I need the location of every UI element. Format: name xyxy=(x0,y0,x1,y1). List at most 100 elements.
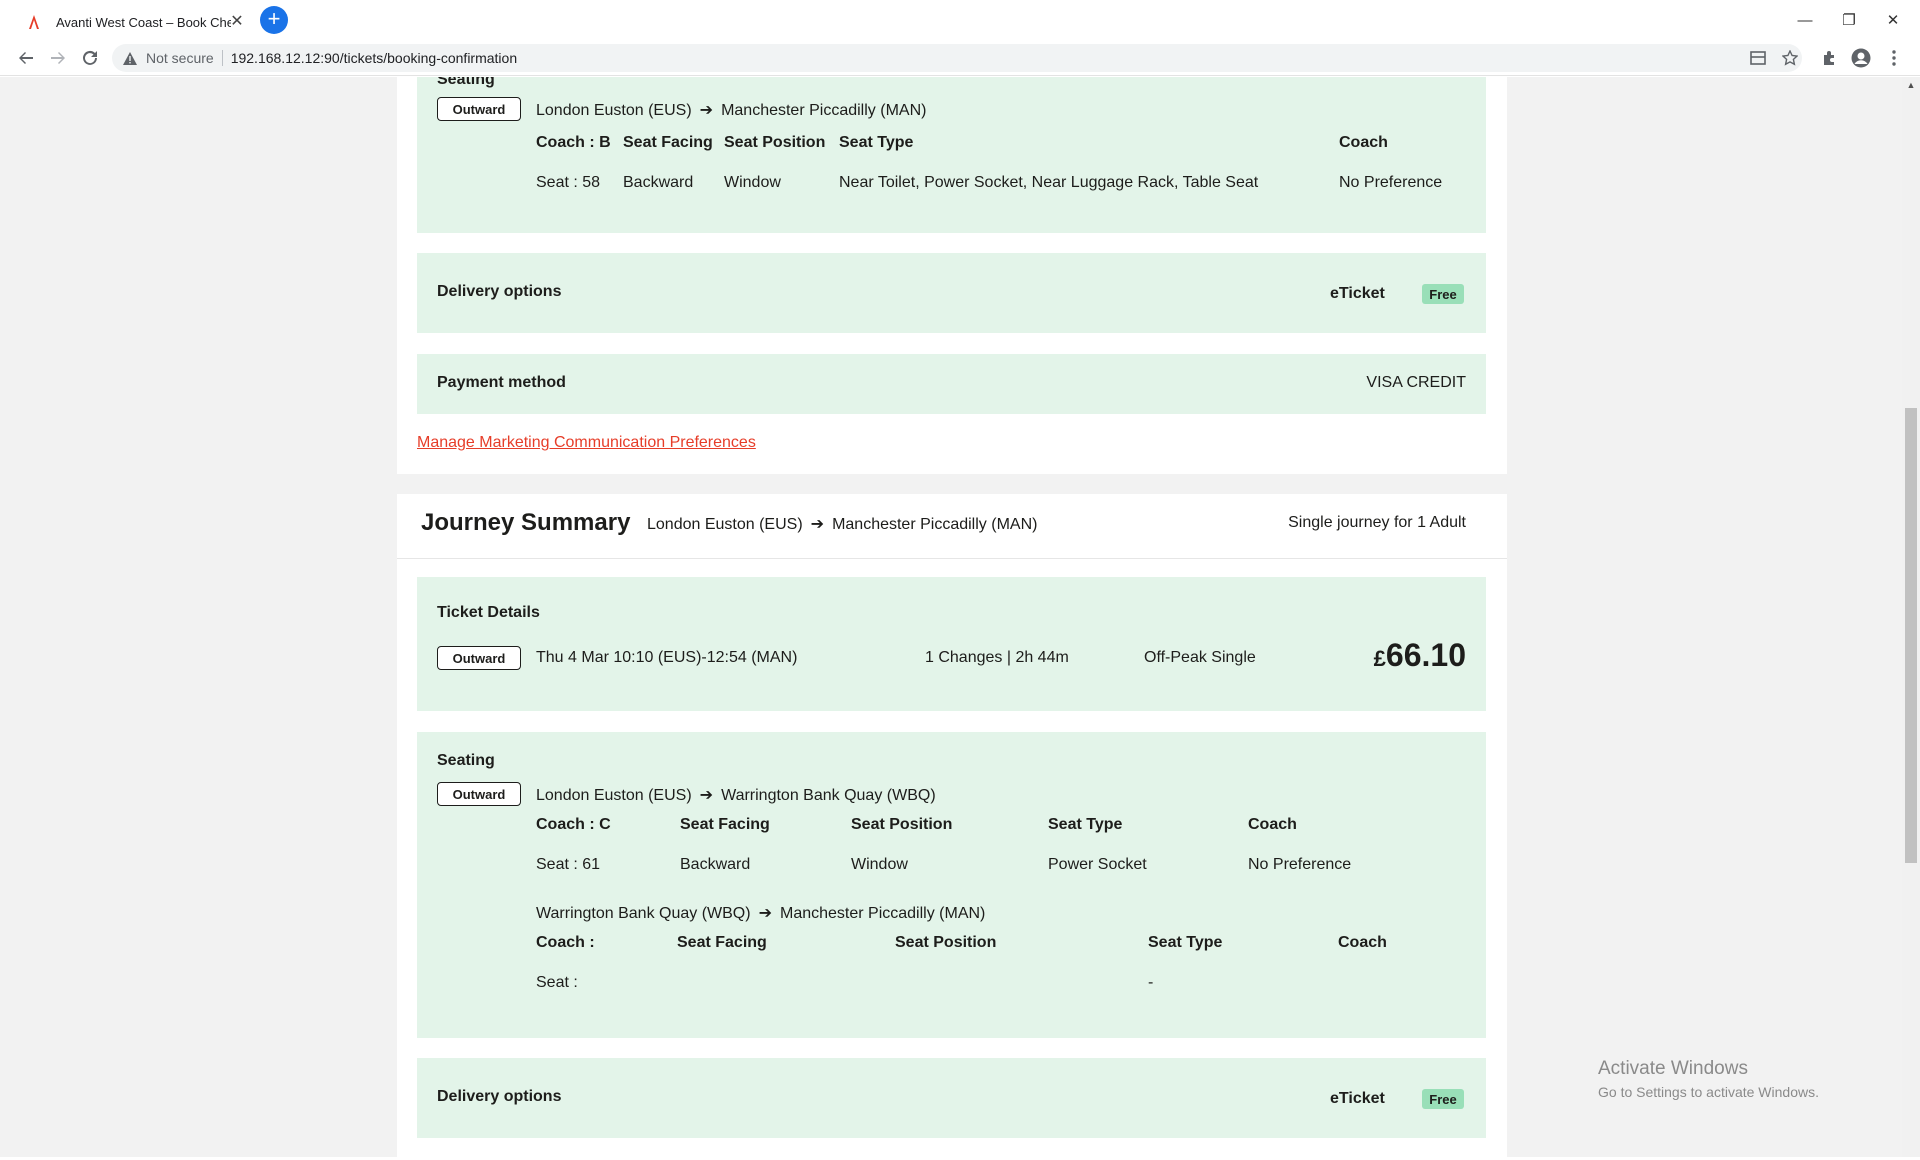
leg1-route-from: London Euston (EUS) xyxy=(536,787,692,804)
delivery-options-label: Delivery options xyxy=(437,1088,562,1105)
leg1-coach-header: Coach : C xyxy=(536,816,611,833)
journey-summary-card: Journey Summary London Euston (EUS) ➔ Manc… xyxy=(397,494,1507,1157)
arrow-right-icon: ➔ xyxy=(810,516,825,533)
arrow-right-icon: ➔ xyxy=(699,787,714,804)
watermark-title: Activate Windows xyxy=(1598,1058,1748,1079)
leg1-route: London Euston (EUS) ➔ Warrington Bank Quay… xyxy=(536,785,936,805)
outward-badge: Outward xyxy=(437,782,521,806)
profile-avatar-icon[interactable] xyxy=(1851,48,1871,68)
leg1-seat-type-header: Seat Type xyxy=(1048,816,1123,833)
leg2-route-from: Warrington Bank Quay (WBQ) xyxy=(536,905,751,922)
seat-type-header: Seat Type xyxy=(839,134,914,151)
seat-type-value: Near Toilet, Power Socket, Near Luggage … xyxy=(839,174,1259,191)
seating-heading: Seating xyxy=(437,77,495,88)
url-text[interactable]: 192.168.12.12:90/tickets/booking-confirm… xyxy=(231,50,517,66)
back-icon[interactable] xyxy=(12,44,40,72)
payment-method-label: Payment method xyxy=(437,374,566,391)
avanti-favicon-icon xyxy=(24,12,44,32)
ticket-type: Off-Peak Single xyxy=(1144,649,1256,666)
passenger-summary: Single journey for 1 Adult xyxy=(1288,514,1466,531)
delivery-options-panel-bottom: Delivery options eTicket Free xyxy=(417,1058,1486,1138)
seat-facing-value: Backward xyxy=(623,174,694,191)
ticket-details-panel: Ticket Details Outward Thu 4 Mar 10:10 (… xyxy=(417,577,1486,711)
seat-position-value: Window xyxy=(724,174,781,191)
activate-windows-watermark: Activate Windows Go to Settings to activ… xyxy=(1598,1058,1819,1100)
delivery-options-panel: Delivery options eTicket Free xyxy=(417,253,1486,333)
outward-badge: Outward xyxy=(437,646,521,670)
watermark-subtitle: Go to Settings to activate Windows. xyxy=(1598,1084,1819,1100)
forward-icon[interactable] xyxy=(44,44,72,72)
route-line: London Euston (EUS) ➔ Manchester Piccadill… xyxy=(536,100,926,120)
coach-header: Coach : B xyxy=(536,134,611,151)
seat-facing-header: Seat Facing xyxy=(623,134,713,151)
free-badge: Free xyxy=(1422,1089,1464,1109)
summary-route-to: Manchester Piccadilly (MAN) xyxy=(832,516,1038,533)
minimize-icon[interactable]: — xyxy=(1782,0,1828,40)
reload-icon[interactable] xyxy=(76,44,104,72)
coach-pref-value: No Preference xyxy=(1339,174,1443,191)
seating-panel-top: Seating Outward London Euston (EUS) ➔ Manc… xyxy=(417,77,1486,233)
booking-details-card: Seating Outward London Euston (EUS) ➔ Manc… xyxy=(397,77,1507,474)
manage-marketing-preferences-link[interactable]: Manage Marketing Communication Preferenc… xyxy=(417,434,756,452)
leg1-route-to: Warrington Bank Quay (WBQ) xyxy=(721,787,936,804)
page-viewport: Seating Outward London Euston (EUS) ➔ Manc… xyxy=(0,77,1902,1157)
route-to: Manchester Piccadilly (MAN) xyxy=(721,102,927,119)
price-currency: £ xyxy=(1373,646,1386,671)
leg1-coach-pref-value: No Preference xyxy=(1248,856,1352,873)
tab-title: Avanti West Coast – Book Cheap xyxy=(56,14,231,30)
security-label: Not secure xyxy=(146,50,214,66)
close-window-icon[interactable]: ✕ xyxy=(1870,0,1916,40)
bookmark-star-icon[interactable] xyxy=(1780,48,1800,68)
page-scrollbar[interactable]: ▲ xyxy=(1902,77,1920,1157)
summary-route: London Euston (EUS) ➔ Manchester Piccadill… xyxy=(647,514,1037,534)
leg2-coach-header: Coach : xyxy=(536,934,595,951)
leg2-seat-number: Seat : xyxy=(536,974,578,991)
free-badge: Free xyxy=(1422,284,1464,304)
leg1-seat-facing-header: Seat Facing xyxy=(680,816,770,833)
browser-tab[interactable]: Avanti West Coast – Book Cheap ✕ xyxy=(10,4,253,40)
ticket-price: £66.10 xyxy=(1374,637,1466,674)
scroll-up-arrow-icon[interactable]: ▲ xyxy=(1902,77,1920,93)
leg1-seat-type-value: Power Socket xyxy=(1048,856,1147,873)
seating-panel: Seating Outward London Euston (EUS) ➔ Warr… xyxy=(417,732,1486,1038)
restore-icon[interactable]: ❐ xyxy=(1826,0,1872,40)
tab-strip: Avanti West Coast – Book Cheap ✕ + — ❐ ✕ xyxy=(0,0,1920,40)
warning-icon xyxy=(122,50,138,66)
seat-position-header: Seat Position xyxy=(724,134,826,151)
leg1-coach-pref-header: Coach xyxy=(1248,816,1297,833)
scrollbar-thumb[interactable] xyxy=(1905,408,1917,863)
coach-pref-header: Coach xyxy=(1339,134,1388,151)
seat-number: Seat : 58 xyxy=(536,174,601,191)
leg2-seat-facing-header: Seat Facing xyxy=(677,934,767,951)
journey-datetime: Thu 4 Mar 10:10 (EUS)-12:54 (MAN) xyxy=(536,649,798,666)
leg1-seat-facing-value: Backward xyxy=(680,856,751,873)
reader-mode-icon[interactable] xyxy=(1748,48,1768,68)
leg2-seat-position-header: Seat Position xyxy=(895,934,997,951)
payment-method-value: VISA CREDIT xyxy=(1366,374,1466,391)
changes-duration: 1 Changes | 2h 44m xyxy=(925,649,1069,666)
new-tab-button[interactable]: + xyxy=(260,6,288,34)
browser-toolbar: Not secure 192.168.12.12:90/tickets/book… xyxy=(0,40,1920,76)
route-from: London Euston (EUS) xyxy=(536,102,692,119)
leg2-seat-type-header: Seat Type xyxy=(1148,934,1223,951)
payment-method-panel: Payment method VISA CREDIT xyxy=(417,354,1486,414)
address-bar[interactable]: Not secure 192.168.12.12:90/tickets/book… xyxy=(112,44,1802,72)
leg1-seat-position-header: Seat Position xyxy=(851,816,953,833)
tab-close-icon[interactable]: ✕ xyxy=(227,12,247,32)
extensions-puzzle-icon[interactable] xyxy=(1820,48,1840,68)
delivery-options-label: Delivery options xyxy=(437,283,562,300)
summary-route-from: London Euston (EUS) xyxy=(647,516,803,533)
journey-summary-title: Journey Summary xyxy=(421,509,631,536)
outward-badge: Outward xyxy=(437,97,521,121)
leg2-route-to: Manchester Piccadilly (MAN) xyxy=(779,905,986,922)
omnibox-divider xyxy=(221,50,223,66)
seating-heading: Seating xyxy=(437,752,495,769)
delivery-method: eTicket xyxy=(1330,285,1385,302)
price-amount: 66.10 xyxy=(1385,637,1466,673)
delivery-method: eTicket xyxy=(1330,1090,1385,1107)
browser-menu-icon[interactable] xyxy=(1884,48,1904,68)
arrow-right-icon: ➔ xyxy=(699,102,714,119)
leg1-seat-number: Seat : 61 xyxy=(536,856,601,873)
ticket-details-heading: Ticket Details xyxy=(437,604,540,621)
leg2-route: Warrington Bank Quay (WBQ) ➔ Manchester Pi… xyxy=(536,903,985,923)
